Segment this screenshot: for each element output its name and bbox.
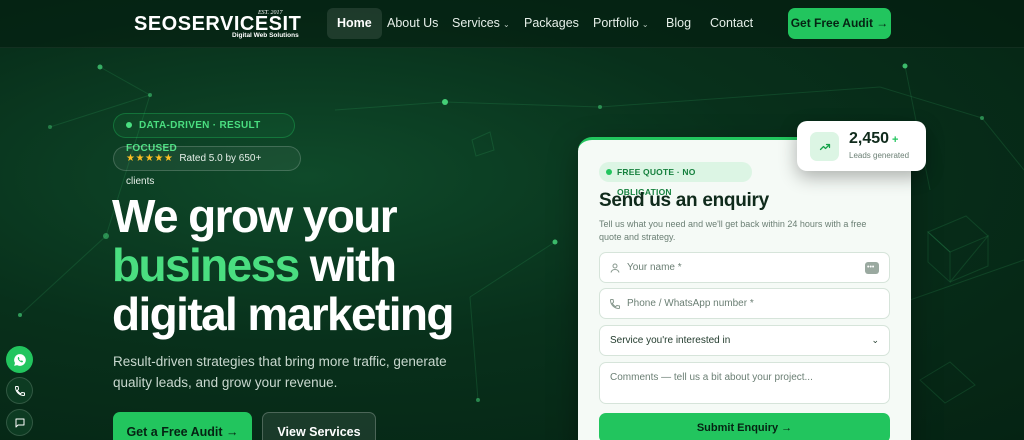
nav-label: About Us	[387, 16, 439, 30]
get-free-audit-button[interactable]: Get a Free Audit →	[113, 412, 252, 440]
name-placeholder: Your name *	[627, 262, 682, 273]
status-dot	[126, 122, 132, 129]
headline-line-1: We grow your	[112, 190, 398, 242]
phone-icon	[14, 385, 25, 396]
phone-placeholder: Phone / WhatsApp number *	[627, 298, 754, 309]
comments-textarea[interactable]: Comments — tell us a bit about your proj…	[599, 362, 890, 404]
name-field[interactable]: Your name *	[599, 252, 890, 283]
chevron-down-icon: ⌄	[871, 335, 879, 345]
stat-number: 2,450	[849, 130, 890, 147]
nav-item-about[interactable]: About Us	[377, 8, 448, 39]
form-description: Tell us what you need and we'll get back…	[599, 219, 867, 242]
nav-label: Blog	[666, 16, 692, 30]
service-select[interactable]: Service you're interested in ⌄	[599, 325, 890, 356]
nav-item-blog[interactable]: Blog	[656, 8, 701, 39]
stat-value: 2,450 +	[849, 130, 898, 148]
view-services-button[interactable]: View Services	[262, 412, 376, 440]
stat-plus: +	[892, 134, 899, 146]
headline-accent: business	[112, 239, 300, 291]
stat-label: Leads generated	[849, 151, 910, 160]
chevron-down-icon: ⌄	[641, 20, 649, 29]
phone-icon	[609, 299, 620, 310]
top-navbar: SEOSERVICESIT EST. 2017 Digital Web Solu…	[0, 0, 1024, 48]
nav-item-home[interactable]: Home	[327, 8, 382, 39]
autofill-icon[interactable]	[865, 253, 879, 282]
chevron-down-icon: ⌄	[502, 20, 510, 29]
button-label: Get a Free Audit	[126, 425, 223, 439]
nav-label: Portfolio	[593, 16, 639, 30]
chat-button[interactable]	[6, 409, 33, 436]
nav-label: Packages	[524, 16, 579, 30]
brand-logo[interactable]: SEOSERVICESIT EST. 2017 Digital Web Solu…	[134, 9, 304, 41]
user-icon	[610, 263, 620, 273]
rating-badge: ★★★★★ Rated 5.0 by 650+ clients	[113, 146, 301, 187]
hero-subtext: Result-driven strategies that bring more…	[113, 354, 447, 390]
brand-tagline: Digital Web Solutions	[232, 32, 299, 39]
submit-enquiry-button[interactable]: Submit Enquiry →	[599, 413, 890, 440]
nav-item-portfolio[interactable]: Portfolio ⌄	[583, 8, 659, 39]
nav-label: Contact	[710, 16, 754, 30]
headline-line-3: digital marketing	[112, 288, 454, 340]
phone-field[interactable]: Phone / WhatsApp number *	[599, 288, 890, 319]
nav-item-services[interactable]: Services ⌄	[442, 8, 520, 39]
nav-label: Home	[337, 16, 372, 30]
nav-item-contact[interactable]: Contact	[700, 8, 763, 39]
brand-est: EST. 2017	[258, 10, 283, 16]
star-rating-icon: ★★★★★	[126, 153, 174, 164]
headline-line-2: business with	[112, 241, 532, 290]
service-selected-value: Service you're interested in	[610, 335, 731, 346]
trend-up-icon	[810, 132, 839, 161]
arrow-right-icon: →	[226, 425, 239, 439]
form-title: Send us an enquiry	[599, 190, 769, 211]
nav-label: Services	[452, 16, 500, 30]
nav-item-packages[interactable]: Packages	[514, 8, 589, 39]
headline-line-2-rest: with	[298, 239, 397, 291]
whatsapp-button[interactable]	[6, 346, 33, 373]
free-quote-tag: FREE QUOTE · NO OBLIGATION	[599, 162, 752, 197]
phone-button[interactable]	[6, 377, 33, 404]
chat-icon	[15, 418, 24, 427]
hero-badge: DATA-DRIVEN · RESULT FOCUSED	[113, 113, 295, 154]
leads-stat-card: 2,450 + Leads generated	[797, 121, 926, 171]
nav-free-audit-button[interactable]: Get Free Audit →	[788, 8, 891, 39]
comments-placeholder: Comments — tell us a bit about your proj…	[610, 372, 813, 383]
hero-headline: We grow your business with digital marke…	[112, 192, 532, 339]
whatsapp-icon	[13, 353, 26, 366]
enquiry-form-card: FREE QUOTE · NO OBLIGATION Send us an en…	[578, 137, 911, 440]
